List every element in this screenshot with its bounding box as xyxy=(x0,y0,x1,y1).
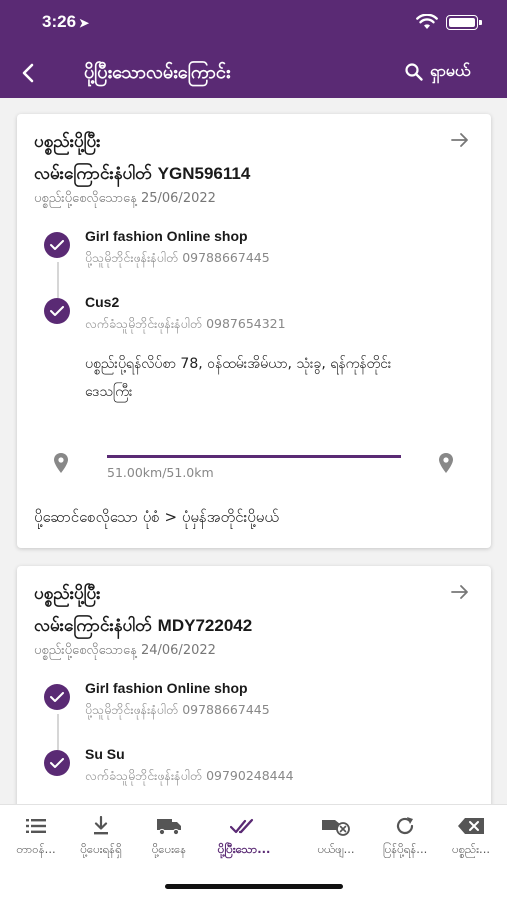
route-number: MDY722042 xyxy=(157,616,253,635)
status-time: 3:26 ➤ xyxy=(42,12,89,32)
check-icon xyxy=(44,298,70,324)
check-icon xyxy=(44,684,70,710)
receiver-phone-value: 09790248444 xyxy=(206,768,294,783)
location-arrow-icon: ➤ xyxy=(79,16,90,30)
route-number-label: လမ်းကြောင်းနံပါတ် xyxy=(34,164,152,184)
receiver-phone-label: လက်ခံသူမိုဘိုင်းဖုန်းနံပါတ် xyxy=(85,768,203,783)
order-card[interactable]: ပစ္စည်းပို့ပြီး လမ်းကြောင်းနံပါတ် YGN596… xyxy=(17,114,491,548)
check-icon xyxy=(44,750,70,776)
sender-name: Girl fashion Online shop xyxy=(85,680,248,696)
route-number-label: လမ်းကြောင်းနံပါတ် xyxy=(34,616,152,636)
receiver-name: Cus2 xyxy=(85,294,120,310)
distance-progress-bar xyxy=(107,455,401,458)
nav-item-label: ပစ္စည်း... xyxy=(451,842,491,856)
order-date-label: ပစ္စည်းပို့စေလိုသောနေ့ xyxy=(34,191,137,206)
timeline-line xyxy=(57,262,59,298)
order-date-value: 24/06/2022 xyxy=(140,643,216,658)
nav-item-items[interactable]: ပစ္စည်း... xyxy=(435,813,507,859)
distance-text: 51.00km/51.0km xyxy=(107,465,214,480)
nav-item-label: ပို့ပြီးသော... xyxy=(217,842,271,856)
home-indicator xyxy=(165,884,343,889)
nav-item-tasks[interactable]: တာဝန်... xyxy=(0,813,72,859)
search-icon xyxy=(405,63,423,81)
nav-item-label: ပို့ပေးရန်ရှိ xyxy=(80,842,122,856)
search-button[interactable]: ရှာမယ် xyxy=(404,60,470,84)
sender-phone: ပို့သူမိုဘိုင်းဖုန်းနံပါတ် 09788667445 xyxy=(85,250,270,269)
download-icon xyxy=(65,813,137,839)
truck-icon xyxy=(133,813,205,839)
battery-icon xyxy=(446,15,482,30)
receiver-phone-label: လက်ခံသူမိုဘိုင်းဖုန်းနံပါတ် xyxy=(85,316,203,331)
delivery-type: ပို့ဆောင်စေလိုသော ပုံစံ > ပုံမှန်အတိုင်း… xyxy=(34,508,279,526)
route-number-line: လမ်းကြောင်းနံပါတ် YGN596114 xyxy=(34,158,414,190)
sender-phone-value: 09788667445 xyxy=(182,250,270,265)
nav-item-label: ပယ်ဖျ... xyxy=(317,842,355,856)
nav-item-delivering[interactable]: ပို့ပေးနေ xyxy=(133,813,205,859)
sender-phone-label: ပို့သူမိုဘိုင်းဖုန်းနံပါတ် xyxy=(85,702,179,717)
back-button[interactable] xyxy=(14,58,44,88)
route-number-line: လမ်းကြောင်းနံပါတ် MDY722042 xyxy=(34,610,414,642)
list-icon xyxy=(0,813,72,839)
order-date-label: ပစ္စည်းပို့စေလိုသောနေ့ xyxy=(34,643,137,658)
order-status: ပစ္စည်းပို့ပြီး xyxy=(34,584,101,604)
nav-item-label: ပြန်ပို့ရန်... xyxy=(382,842,428,856)
status-bar: 3:26 ➤ xyxy=(0,0,507,50)
refresh-icon xyxy=(369,813,441,839)
arrow-right-icon[interactable] xyxy=(449,581,471,603)
order-date: ပစ္စည်းပို့စေလိုသောနေ့ 24/06/2022 xyxy=(34,642,216,661)
location-pin-icon xyxy=(439,453,453,473)
route-progress: 51.00km/51.0km xyxy=(17,450,491,490)
route-number: YGN596114 xyxy=(157,164,251,183)
receiver-name: Su Su xyxy=(85,746,125,762)
cancelled-delivery-icon xyxy=(300,813,372,839)
page-title: ပို့ပြီးသောလမ်းကြောင်း xyxy=(84,62,231,83)
nav-item-to-deliver[interactable]: ပို့ပေးရန်ရှိ xyxy=(65,813,137,859)
status-time-text: 3:26 xyxy=(42,12,77,31)
nav-item-cancelled[interactable]: ပယ်ဖျ... xyxy=(300,813,372,859)
receiver-phone: လက်ခံသူမိုဘိုင်းဖုန်းနံပါတ် 0987654321 xyxy=(85,316,286,335)
nav-item-return[interactable]: ပြန်ပို့ရန်... xyxy=(369,813,441,859)
app-bar: ပို့ပြီးသောလမ်းကြောင်း ရှာမယ် xyxy=(0,50,507,98)
order-date: ပစ္စည်းပို့စေလိုသောနေ့ 25/06/2022 xyxy=(34,190,216,209)
backspace-icon xyxy=(435,813,507,839)
double-check-icon xyxy=(208,813,280,839)
order-card[interactable]: ပစ္စည်းပို့ပြီး လမ်းကြောင်းနံပါတ် MDY722… xyxy=(17,566,491,826)
wifi-icon xyxy=(416,14,438,29)
arrow-right-icon[interactable] xyxy=(449,129,471,151)
receiver-phone: လက်ခံသူမိုဘိုင်းဖုန်းနံပါတ် 09790248444 xyxy=(85,768,294,787)
order-date-value: 25/06/2022 xyxy=(140,191,216,206)
order-title: ပစ္စည်းပို့ပြီး လမ်းကြောင်းနံပါတ် MDY722… xyxy=(34,578,414,642)
receiver-phone-value: 0987654321 xyxy=(206,316,286,331)
delivery-address: ပစ္စည်းပို့ရန်လိပ်စာ 78, ဝန်ထမ်းအိမ်ယာ, … xyxy=(85,356,392,400)
nav-item-label: တာဝန်... xyxy=(16,842,56,856)
order-title: ပစ္စည်းပို့ပြီး လမ်းကြောင်းနံပါတ် YGN596… xyxy=(34,126,414,190)
sender-name: Girl fashion Online shop xyxy=(85,228,248,244)
check-icon xyxy=(44,232,70,258)
sender-phone-label: ပို့သူမိုဘိုင်းဖုန်းနံပါတ် xyxy=(85,250,179,265)
search-label: ရှာမယ် xyxy=(430,61,471,80)
nav-item-label: ပို့ပေးနေ xyxy=(151,842,187,856)
order-status: ပစ္စည်းပို့ပြီး xyxy=(34,132,101,152)
nav-item-delivered[interactable]: ပို့ပြီးသော... xyxy=(208,813,280,859)
sender-phone: ပို့သူမိုဘိုင်းဖုန်းနံပါတ် 09788667445 xyxy=(85,702,270,721)
location-pin-icon xyxy=(54,453,68,473)
timeline-line xyxy=(57,714,59,750)
sender-phone-value: 09788667445 xyxy=(182,702,270,717)
